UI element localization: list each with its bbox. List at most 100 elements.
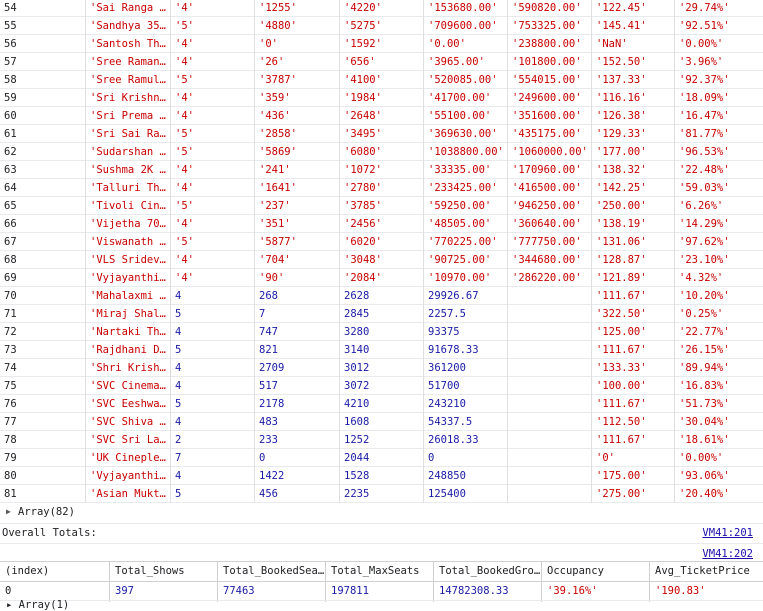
- array-collapsed-line[interactable]: ▶ Array(82): [0, 504, 763, 524]
- source-link-2[interactable]: VM41:202: [702, 548, 753, 560]
- table-cell: 'Shri Krish...: [86, 359, 171, 377]
- table-cell: '177.00': [592, 143, 675, 161]
- header-cell[interactable]: Avg_TicketPrice: [650, 562, 763, 582]
- header-cell[interactable]: Total_MaxSeats: [326, 562, 434, 582]
- table-cell: 'SVC Eeshwa...: [86, 395, 171, 413]
- table-cell: '26': [255, 53, 340, 71]
- table-cell: '359': [255, 89, 340, 107]
- table-cell: '90': [255, 269, 340, 287]
- row-index-cell: 72: [0, 323, 86, 341]
- table-cell: '351600.00': [508, 107, 592, 125]
- table-cell: '126.38': [592, 107, 675, 125]
- table-cell: '4.32%': [679, 272, 724, 284]
- source-link[interactable]: VM41:201: [702, 527, 753, 539]
- expand-triangle-icon[interactable]: ▶: [6, 507, 11, 516]
- table-cell: '18.09%': [679, 92, 730, 104]
- table-cell: '29.74%': [679, 2, 730, 14]
- table-cell: '6080': [340, 143, 424, 161]
- table-row: 72 'Nartaki Th... 4 747 3280 93375 '125.00' '22…: [0, 323, 763, 341]
- table-row: 77 'SVC Shiva ... 4 483 1608 54337.5 '112.50' '…: [0, 413, 763, 431]
- row-index-cell: 66: [0, 215, 86, 233]
- table-cell: '6.26%': [679, 200, 724, 212]
- header-cell[interactable]: Total_Shows: [110, 562, 218, 582]
- table-cell: 51700: [424, 377, 508, 395]
- table-cell: '16.83%': [679, 380, 730, 392]
- table-cell: '137.33': [592, 71, 675, 89]
- table-cell: 93375: [424, 323, 508, 341]
- table-cell: '2858': [255, 125, 340, 143]
- table-cell: 1252: [340, 431, 424, 449]
- header-cell[interactable]: Occupancy: [542, 562, 650, 582]
- table-cell: 2628: [340, 287, 424, 305]
- table-cell: '20.40%': [679, 488, 730, 500]
- table-cell: '237': [255, 197, 340, 215]
- table-cell: 'Sai Ranga ...: [86, 0, 171, 17]
- table-cell: '92.37%': [679, 74, 730, 86]
- table-row: 64 'Talluri Th... '4' '1641' '2780' '233425.0…: [0, 179, 763, 197]
- table-cell: '1592': [340, 35, 424, 53]
- table-cell: '153680.00': [424, 0, 508, 17]
- table-cell: 4: [171, 467, 255, 485]
- table-cell: 233: [255, 431, 340, 449]
- table-cell: '351': [255, 215, 340, 233]
- header-cell[interactable]: Total_BookedSeats: [218, 562, 326, 582]
- table-cell: '249600.00': [508, 89, 592, 107]
- table-cell: 125400: [424, 485, 508, 503]
- table-cell: '4': [171, 107, 255, 125]
- table-cell: 'Nartaki Th...: [86, 323, 171, 341]
- header-cell[interactable]: (index): [0, 562, 110, 582]
- value-cell: 397: [110, 582, 218, 602]
- table-cell: '81.77%': [679, 128, 730, 140]
- table-cell: '26.15%': [679, 344, 730, 356]
- table-cell: 'UK Cineple...: [86, 449, 171, 467]
- table-cell: '753325.00': [508, 17, 592, 35]
- row-index-cell: 80: [0, 467, 86, 485]
- table-cell: [508, 341, 592, 359]
- table-cell: '2780': [340, 179, 424, 197]
- table-cell: 1528: [340, 467, 424, 485]
- table-cell: '1255': [255, 0, 340, 17]
- table-cell: 517: [255, 377, 340, 395]
- table-cell: '0': [592, 449, 675, 467]
- table-cell: '175.00': [592, 467, 675, 485]
- table-cell: 54337.5: [424, 413, 508, 431]
- header-cell[interactable]: Total_BookedGross: [434, 562, 542, 582]
- row-index-cell: 69: [0, 269, 86, 287]
- table-cell: [508, 413, 592, 431]
- table-cell: 4: [171, 287, 255, 305]
- table-cell: '1060000.00': [508, 143, 592, 161]
- table-cell: '14.29%': [679, 218, 730, 230]
- table-cell: '520085.00': [424, 71, 508, 89]
- table-cell: '3785': [340, 197, 424, 215]
- table-cell: '233425.00': [424, 179, 508, 197]
- row-index-cell: 61: [0, 125, 86, 143]
- table-row: 70 'Mahalaxmi ... 4 268 2628 29926.67 '111.67'…: [0, 287, 763, 305]
- table-cell: 2845: [340, 305, 424, 323]
- table-row: 73 'Rajdhani D... 5 821 3140 91678.33 '111.67'…: [0, 341, 763, 359]
- table-row: 54 'Sai Ranga ... '4' '1255' '4220' '153680.0…: [0, 0, 763, 17]
- table-cell: '152.50': [592, 53, 675, 71]
- table-cell: '131.06': [592, 233, 675, 251]
- table-cell: 1608: [340, 413, 424, 431]
- table-cell: '48505.00': [424, 215, 508, 233]
- table-row: 74 'Shri Krish... 4 2709 3012 361200 '133.33' '…: [0, 359, 763, 377]
- table-cell: '436': [255, 107, 340, 125]
- table-cell: '51.73%': [679, 398, 730, 410]
- table-cell: 4: [171, 377, 255, 395]
- table-cell: '170960.00': [508, 161, 592, 179]
- table-cell: '128.87': [592, 251, 675, 269]
- table-cell: [508, 431, 592, 449]
- table-row: 60 'Sri Prema ... '4' '436' '2648' '55100.00'…: [0, 107, 763, 125]
- table-cell: '111.67': [592, 287, 675, 305]
- table-cell: '435175.00': [508, 125, 592, 143]
- table-cell: '1984': [340, 89, 424, 107]
- totals-value-row: 0 397 77463 197811 14782308.33 '39.16%' …: [0, 581, 763, 602]
- table-cell: 'Sree Ramul...: [86, 71, 171, 89]
- table-cell: '18.61%': [679, 434, 730, 446]
- table-cell: 7: [171, 449, 255, 467]
- table-cell: '5': [171, 197, 255, 215]
- table-row: 67 'Viswanath ... '5' '5877' '6020' '770225.0…: [0, 233, 763, 251]
- table-cell: 243210: [424, 395, 508, 413]
- table-cell: 'Sree Raman...: [86, 53, 171, 71]
- table-cell: 'Viswanath ...: [86, 233, 171, 251]
